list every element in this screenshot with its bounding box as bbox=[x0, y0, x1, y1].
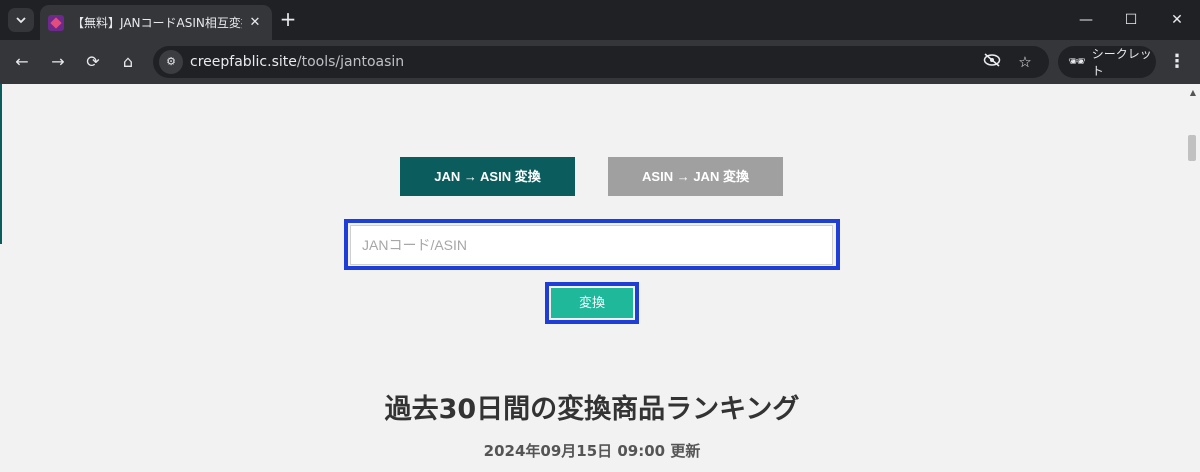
chevron-down-icon bbox=[16, 17, 26, 24]
url-host: creepfablic.site bbox=[190, 54, 297, 70]
incognito-label: シークレット bbox=[1091, 47, 1152, 78]
convert-button[interactable]: 変換 bbox=[551, 288, 633, 318]
scroll-up-arrow-icon[interactable]: ▲ bbox=[1190, 88, 1196, 97]
maximize-button[interactable]: ☐ bbox=[1120, 8, 1142, 32]
reload-button[interactable]: ⟳ bbox=[81, 50, 105, 74]
minimize-button[interactable]: — bbox=[1075, 8, 1097, 32]
tab-strip: 【無料】JANコードASIN相互変換ツール ✕ + — ☐ ✕ bbox=[0, 0, 1200, 40]
scroll-thumb[interactable] bbox=[1188, 135, 1196, 161]
asin-to-jan-tab[interactable]: ASIN → JAN 変換 bbox=[608, 157, 783, 196]
jan-to-asin-tab[interactable]: JAN → ASIN 変換 bbox=[400, 157, 575, 196]
star-icon[interactable]: ☆ bbox=[1014, 51, 1036, 73]
new-tab-button[interactable]: + bbox=[277, 8, 299, 32]
ranking-heading: 過去30日間の変換商品ランキング bbox=[384, 394, 800, 425]
tab-title: 【無料】JANコードASIN相互変換ツール bbox=[72, 16, 242, 30]
url-text[interactable]: creepfablic.site/tools/jantoasin bbox=[190, 54, 404, 70]
browser-tab[interactable]: 【無料】JANコードASIN相互変換ツール ✕ bbox=[40, 5, 272, 40]
page-viewport: JAN → ASIN 変換 ASIN → JAN 変換 変換 過去30日間の変換… bbox=[0, 84, 1200, 472]
incognito-icon: 🕶 bbox=[1068, 54, 1086, 70]
browser-toolbar: ← → ⟳ ⌂ ⚙ creepfablic.site/tools/jantoas… bbox=[0, 40, 1200, 84]
home-button[interactable]: ⌂ bbox=[116, 50, 140, 74]
url-path: /tools/jantoasin bbox=[296, 54, 405, 70]
back-button[interactable]: ← bbox=[10, 50, 34, 74]
site-info-icon[interactable]: ⚙ bbox=[159, 50, 183, 74]
tab-search-button[interactable] bbox=[8, 8, 34, 32]
more-vert-icon[interactable]: ⋮ bbox=[1165, 50, 1189, 74]
jan-asin-input[interactable] bbox=[350, 225, 833, 265]
updated-timestamp: 2024年09月15日 09:00 更新 bbox=[483, 442, 701, 460]
incognito-indicator[interactable]: 🕶 シークレット bbox=[1058, 46, 1156, 78]
vertical-scrollbar[interactable]: ▲ bbox=[1184, 84, 1200, 472]
eye-slash-icon[interactable] bbox=[981, 51, 1003, 73]
forward-button[interactable]: → bbox=[46, 50, 70, 74]
site-favicon-icon bbox=[48, 14, 64, 31]
close-tab-icon[interactable]: ✕ bbox=[246, 15, 264, 30]
address-bar[interactable]: ⚙ creepfablic.site/tools/jantoasin ☆ bbox=[153, 46, 1049, 78]
left-edge-strip bbox=[0, 84, 2, 244]
close-window-button[interactable]: ✕ bbox=[1166, 8, 1188, 32]
